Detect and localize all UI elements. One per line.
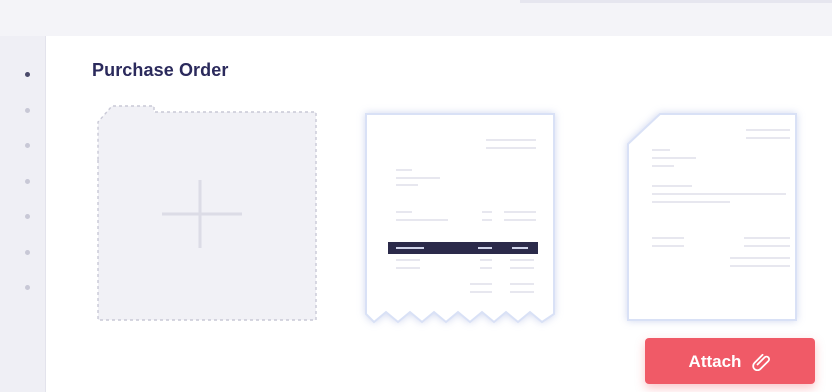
step-rail — [0, 36, 46, 392]
step-dot-4[interactable] — [25, 179, 30, 184]
step-dot-1[interactable] — [25, 72, 30, 77]
step-dot-6[interactable] — [25, 250, 30, 255]
paperclip-icon — [752, 353, 771, 371]
step-dot-5[interactable] — [25, 214, 30, 219]
top-bar — [0, 0, 832, 36]
document-icon[interactable] — [620, 108, 804, 328]
add-document-placeholder — [97, 105, 317, 321]
add-document-slot[interactable] — [90, 104, 320, 330]
step-dot-7[interactable] — [25, 285, 30, 290]
top-bar-shadow — [520, 0, 832, 3]
step-dot-2[interactable] — [25, 108, 30, 113]
step-dot-3[interactable] — [25, 143, 30, 148]
attach-button[interactable]: Attach — [645, 338, 815, 384]
attach-button-label: Attach — [688, 352, 742, 371]
page-title: Purchase Order — [92, 60, 229, 80]
receipt-icon[interactable] — [360, 108, 560, 334]
